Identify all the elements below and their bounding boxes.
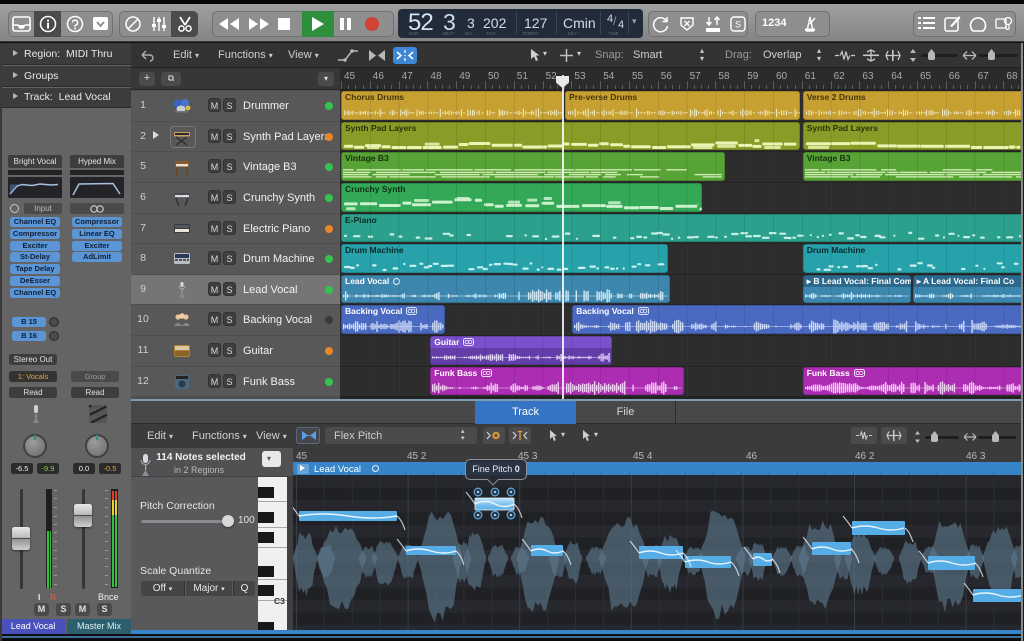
svg-text:S: S [735,20,741,30]
svg-text:C3: C3 [274,596,285,606]
